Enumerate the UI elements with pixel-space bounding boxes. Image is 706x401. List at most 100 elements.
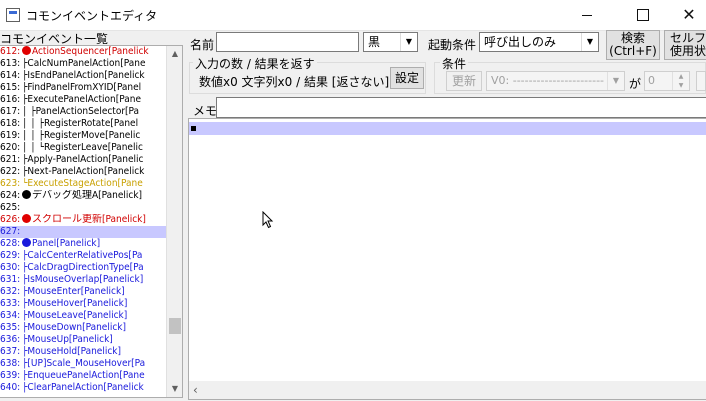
search-button[interactable]: 検索 (Ctrl+F) (606, 30, 660, 60)
close-button[interactable]: ✕ (666, 0, 706, 30)
event-number: 635: (0, 322, 21, 333)
event-name: ├CalcNumPanelAction[Pane (22, 58, 146, 69)
event-list-item[interactable]: 634: ├MouseLeave[Panelick] (0, 310, 166, 322)
app-icon (6, 8, 20, 22)
event-list-item[interactable]: 625: (0, 202, 166, 214)
event-list-scrollbar[interactable]: ▲ ▼ (166, 46, 182, 397)
event-name: ActionSequencer[Panelick (32, 46, 149, 57)
event-list-item[interactable]: 627: (0, 226, 166, 238)
event-list-item[interactable]: 629: ├CalcCenterRelativePos[Pa (0, 250, 166, 262)
event-name: ├Next-PanelAction[Panelick (22, 166, 145, 177)
event-list[interactable]: 612: ActionSequencer[Panelick 613: ├CalcNum… (0, 45, 183, 398)
condition-variable-select[interactable]: V0: ----------------------- ▼ (486, 71, 625, 91)
event-list-item[interactable]: 612: ActionSequencer[Panelick (0, 46, 166, 58)
mouse-cursor-icon (262, 211, 274, 229)
event-list-item[interactable]: 639: ├EnqueuePanelAction[Pane (0, 370, 166, 382)
event-list-item[interactable]: 623: └ExecuteStageAction[Pane (0, 178, 166, 190)
event-list-item[interactable]: 631: ├IsMouseOverlap[Panelick] (0, 274, 166, 286)
command-row[interactable] (189, 122, 706, 135)
memo-label: メモ (193, 104, 218, 118)
event-list-items[interactable]: 612: ActionSequencer[Panelick 613: ├CalcNum… (0, 46, 166, 397)
event-number: 640: (0, 382, 21, 393)
event-number: 627: (0, 226, 21, 237)
chevron-down-icon: ▼ (400, 33, 417, 51)
title-bar: コモンイベントエディタ ✕ (0, 0, 706, 31)
event-list-item[interactable]: 616: ├ExecutePanelAction[Pane (0, 94, 166, 106)
event-number: 612: (0, 46, 21, 57)
scroll-up-icon[interactable]: ▲ (167, 46, 182, 62)
event-list-item[interactable]: 632: ├MouseEnter[Panelick] (0, 286, 166, 298)
io-settings-button[interactable]: 設定 (390, 67, 424, 89)
condition-update-button[interactable]: 更新 (446, 71, 482, 91)
command-list[interactable]: ‹ (188, 118, 706, 400)
event-list-item[interactable]: 619: │ │ ├RegisterMove[Panelic (0, 130, 166, 142)
color-select-value: 黒 (368, 35, 381, 49)
condition-variable-value: V0: ----------------------- (491, 74, 605, 87)
scroll-thumb[interactable] (169, 318, 181, 334)
event-list-item[interactable]: 635: ├MouseDown[Panelick] (0, 322, 166, 334)
event-name: │ │ └RegisterLeave[Panelic (22, 142, 143, 153)
event-number: 637: (0, 346, 21, 357)
event-name: ├IsMouseOverlap[Panelick] (22, 274, 144, 285)
command-list-hscrollbar[interactable]: ‹ (189, 381, 706, 399)
event-number: 623: (0, 178, 21, 189)
event-number: 619: (0, 130, 21, 141)
scroll-left-icon[interactable]: ‹ (193, 383, 198, 397)
event-name: Panel[Panelick] (32, 238, 101, 249)
color-select[interactable]: 黒 ▼ (363, 32, 418, 52)
self-var-usage-button[interactable]: セルフ変 使用状 (664, 30, 706, 60)
event-number: 616: (0, 94, 21, 105)
trigger-label: 起動条件 (428, 38, 477, 52)
event-name: ├EnqueuePanelAction[Pane (22, 370, 145, 381)
event-list-item[interactable]: 614: ├IsEndPanelAction[Panelick (0, 70, 166, 82)
memo-input[interactable] (216, 97, 706, 118)
event-number: 620: (0, 142, 21, 153)
name-label: 名前 (190, 38, 215, 52)
event-name: ├CalcDragDirectionType[Pa (22, 262, 144, 273)
event-number: 632: (0, 286, 21, 297)
event-list-item[interactable]: 613: ├CalcNumPanelAction[Pane (0, 58, 166, 70)
maximize-button[interactable] (619, 0, 665, 30)
event-list-item[interactable]: 620: │ │ └RegisterLeave[Panelic (0, 142, 166, 154)
event-name: │ │ ├RegisterMove[Panelic (22, 130, 141, 141)
event-list-item[interactable]: 615: ├FindPanelFromXYID[Panel (0, 82, 166, 94)
event-name: ├MouseHold[Panelick] (22, 346, 121, 357)
event-folder-dot-icon (22, 238, 31, 247)
event-list-item[interactable]: 617: │ ├PanelActionSelector[Pa (0, 106, 166, 118)
search-button-shortcut: (Ctrl+F) (609, 44, 657, 58)
condition-ga-label: が (629, 77, 642, 91)
event-list-item[interactable]: 630: ├CalcDragDirectionType[Pa (0, 262, 166, 274)
event-list-item[interactable]: 640: ├ClearPanelAction[Panelick (0, 382, 166, 394)
name-input[interactable] (216, 32, 359, 52)
event-name: ├MouseUp[Panelick] (22, 334, 113, 345)
event-folder-dot-icon (22, 46, 31, 55)
event-list-item[interactable]: 621: ├Apply-PanelAction[Panelic (0, 154, 166, 166)
condition-number-input[interactable]: 0 ▲ ▼ (644, 71, 690, 91)
trigger-select[interactable]: 呼び出しのみ ▼ (479, 32, 599, 52)
event-name: デバッグ処理A[Panelick] (32, 190, 143, 201)
condition-operator-select[interactable] (696, 71, 706, 91)
command-end-marker (191, 126, 196, 131)
io-summary: 数値x0 文字列x0 / 結果 [返さない] (199, 75, 390, 89)
minimize-button[interactable] (564, 0, 610, 30)
event-number: 618: (0, 118, 21, 129)
spinner-icon[interactable]: ▲ ▼ (672, 72, 689, 90)
event-list-item[interactable]: 622: ├Next-PanelAction[Panelick (0, 166, 166, 178)
event-list-item[interactable]: 618: │ │ ├RegisterRotate[Panel (0, 118, 166, 130)
event-number: 615: (0, 82, 21, 93)
event-number: 633: (0, 298, 21, 309)
scroll-down-icon[interactable]: ▼ (167, 381, 182, 397)
event-list-item[interactable]: 626: スクロール更新[Panelick] (0, 214, 166, 226)
event-list-item[interactable]: 638: ├[UP]Scale_MouseHover[Pa (0, 358, 166, 370)
event-name: スクロール更新[Panelick] (32, 214, 146, 225)
event-list-item[interactable]: 633: ├MouseHover[Panelick] (0, 298, 166, 310)
event-folder-dot-icon (22, 214, 31, 223)
event-list-item[interactable]: 637: ├MouseHold[Panelick] (0, 346, 166, 358)
event-number: 638: (0, 358, 21, 369)
event-list-item[interactable]: 624: デバッグ処理A[Panelick] (0, 190, 166, 202)
event-list-item[interactable]: 636: ├MouseUp[Panelick] (0, 334, 166, 346)
event-number: 630: (0, 262, 21, 273)
event-list-item[interactable]: 628: Panel[Panelick] (0, 238, 166, 250)
trigger-select-value: 呼び出しのみ (484, 35, 557, 49)
event-number: 625: (0, 202, 21, 213)
